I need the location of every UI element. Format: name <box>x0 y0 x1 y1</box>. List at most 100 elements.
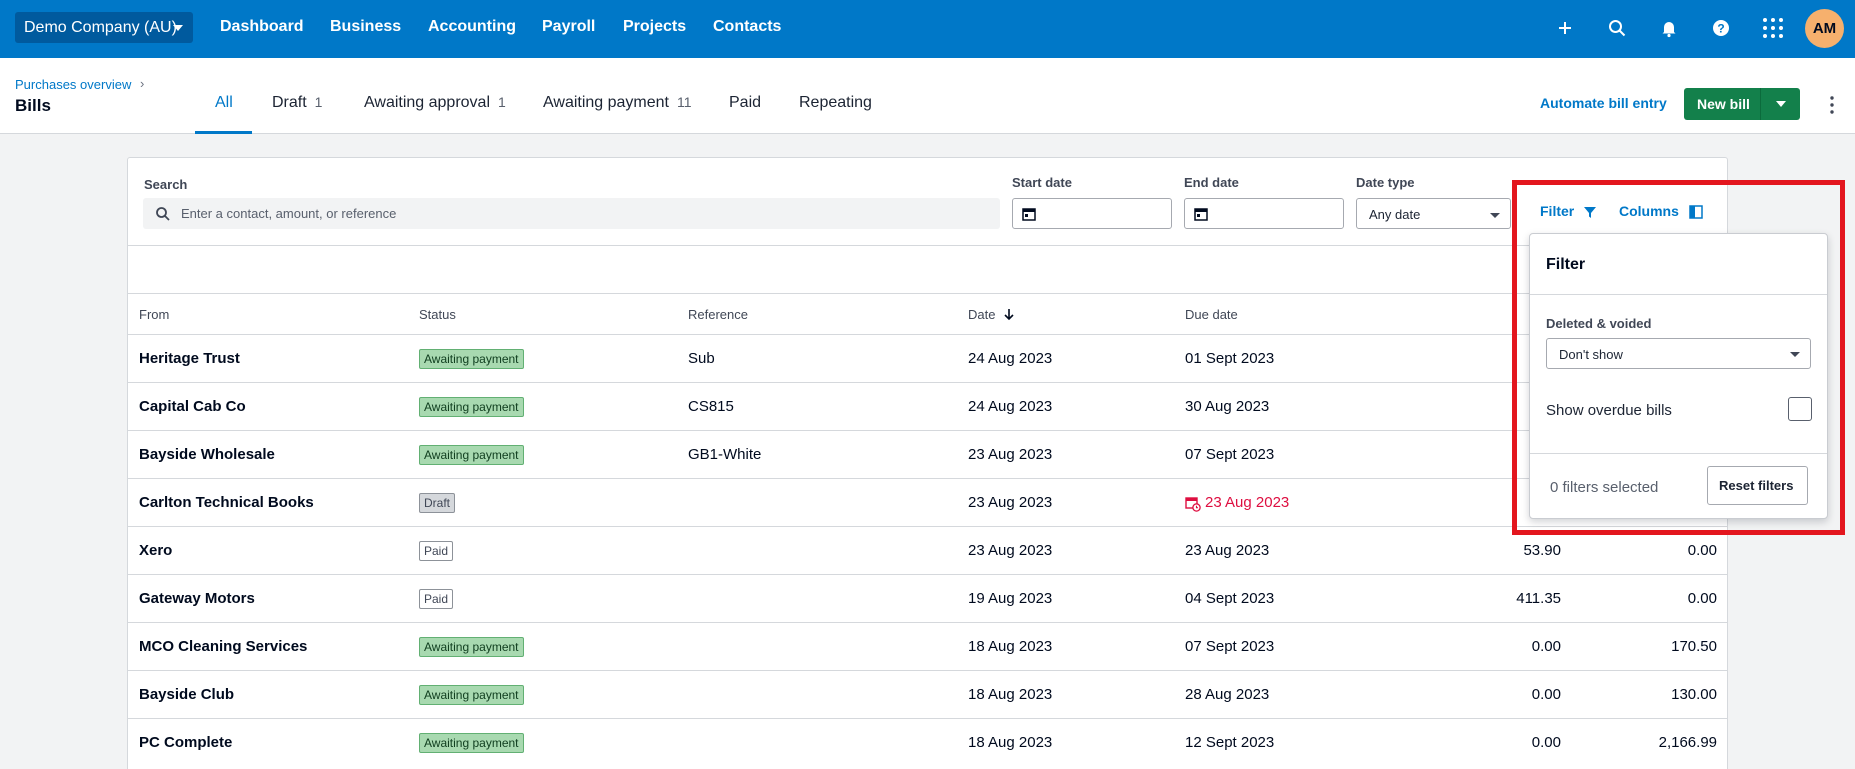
row-due-amount: 0.00 <box>1687 590 1717 607</box>
nav-projects[interactable]: Projects <box>623 18 686 36</box>
row-from: Gateway Motors <box>139 590 255 607</box>
row-date: 18 Aug 2023 <box>968 686 1053 703</box>
new-bill-button[interactable]: New bill <box>1684 88 1800 120</box>
col-header-reference[interactable]: Reference <box>688 307 748 322</box>
tab-all[interactable]: All <box>215 94 233 134</box>
breadcrumb-separator: › <box>140 76 145 91</box>
table-row[interactable]: Bayside Wholesale Awaiting payment GB1-W… <box>128 431 1727 479</box>
nav-payroll[interactable]: Payroll <box>542 18 595 36</box>
overdue-calendar-icon <box>1185 497 1201 512</box>
row-date: 19 Aug 2023 <box>968 590 1053 607</box>
date-type-label: Date type <box>1356 175 1415 190</box>
tab-count: 11 <box>677 94 692 110</box>
row-paid-amount: 0.00 <box>1531 686 1561 703</box>
status-badge: Paid <box>419 541 454 561</box>
col-header-status[interactable]: Status <box>419 307 456 322</box>
row-due-date: 30 Aug 2023 <box>1185 398 1270 415</box>
table-row[interactable]: MCO Cleaning Services Awaiting payment 1… <box>128 623 1727 671</box>
new-bill-label: New bill <box>1697 96 1750 112</box>
row-from: MCO Cleaning Services <box>139 638 308 655</box>
plus-icon[interactable] <box>1553 16 1577 40</box>
col-header-date-label: Date <box>968 307 996 322</box>
apps-grid-icon[interactable] <box>1761 16 1785 40</box>
tab-count: 1 <box>498 94 506 110</box>
start-date-label: Start date <box>1012 175 1072 190</box>
table-row[interactable]: PC Complete Awaiting payment 18 Aug 2023… <box>128 719 1727 767</box>
row-due-amount: 170.50 <box>1671 638 1717 655</box>
row-date: 23 Aug 2023 <box>968 542 1053 559</box>
row-reference: GB1-White <box>688 446 762 463</box>
tab-awaiting-approval[interactable]: Awaiting approval 1 <box>364 94 506 134</box>
col-header-due-date[interactable]: Due date <box>1185 307 1238 322</box>
page-header: Purchases overview › Bills All Draft 1 Aw… <box>0 58 1855 134</box>
tab-paid[interactable]: Paid <box>729 94 761 134</box>
automate-bill-entry-link[interactable]: Automate bill entry <box>1540 95 1667 111</box>
top-nav: Demo Company (AU) Dashboard Business Acc… <box>0 0 1855 58</box>
status-badge: Awaiting payment <box>419 637 524 657</box>
table-row[interactable]: Capital Cab Co Awaiting payment CS815 24… <box>128 383 1727 431</box>
nav-accounting[interactable]: Accounting <box>428 18 516 36</box>
row-date: 23 Aug 2023 <box>968 446 1053 463</box>
org-switcher[interactable]: Demo Company (AU) <box>15 12 193 43</box>
more-options-icon[interactable] <box>1830 96 1834 114</box>
table-row[interactable]: Xero Paid 23 Aug 2023 23 Aug 2023 53.90 … <box>128 527 1727 575</box>
row-due-date: 07 Sept 2023 <box>1185 638 1275 655</box>
row-due-date: 01 Sept 2023 <box>1185 350 1275 367</box>
row-paid-amount: 53.90 <box>1523 542 1561 559</box>
chevron-down-icon <box>1490 213 1500 218</box>
nav-dashboard[interactable]: Dashboard <box>220 18 304 36</box>
calendar-icon <box>1022 208 1036 221</box>
status-badge: Awaiting payment <box>419 685 524 705</box>
search-placeholder: Enter a contact, amount, or reference <box>181 206 397 221</box>
row-due-amount: 130.00 <box>1671 686 1717 703</box>
filter-divider <box>128 245 1727 246</box>
chevron-down-icon[interactable] <box>1776 101 1786 107</box>
breadcrumb[interactable]: Purchases overview <box>15 77 131 92</box>
row-due-date: 12 Sept 2023 <box>1185 734 1275 751</box>
bell-icon[interactable] <box>1657 16 1681 40</box>
nav-contacts[interactable]: Contacts <box>713 18 781 36</box>
row-from: Xero <box>139 542 173 559</box>
start-date-field[interactable] <box>1012 198 1172 229</box>
date-type-select[interactable]: Any date <box>1356 198 1511 229</box>
button-divider <box>1760 88 1761 120</box>
search-icon[interactable] <box>1605 16 1629 40</box>
status-badge: Awaiting payment <box>419 397 524 417</box>
row-due-amount: 2,166.99 <box>1658 734 1717 751</box>
row-paid-amount: 411.35 <box>1516 590 1561 607</box>
status-badge: Awaiting payment <box>419 733 524 753</box>
row-due-amount: 0.00 <box>1687 542 1717 559</box>
row-due-date: 23 Aug 2023 <box>1205 494 1290 511</box>
row-from: Bayside Club <box>139 686 235 703</box>
status-badge: Awaiting payment <box>419 349 524 369</box>
tab-label: All <box>215 94 233 111</box>
table-row[interactable]: Bayside Club Awaiting payment 18 Aug 202… <box>128 671 1727 719</box>
tab-draft[interactable]: Draft 1 <box>272 94 322 134</box>
tab-label: Repeating <box>799 94 872 111</box>
col-header-from[interactable]: From <box>139 307 169 322</box>
end-date-label: End date <box>1184 175 1239 190</box>
date-type-value: Any date <box>1369 207 1421 222</box>
row-reference: CS815 <box>688 398 734 415</box>
help-icon[interactable]: ? <box>1709 16 1733 40</box>
tab-label: Awaiting approval <box>364 94 491 111</box>
row-date: 24 Aug 2023 <box>968 350 1053 367</box>
status-badge: Draft <box>419 493 456 513</box>
row-due-date: 07 Sept 2023 <box>1185 446 1275 463</box>
row-paid-amount: 0.00 <box>1531 638 1561 655</box>
tab-repeating[interactable]: Repeating <box>799 94 872 134</box>
table-row[interactable]: Heritage Trust Awaiting payment Sub 24 A… <box>128 335 1727 383</box>
row-from: Heritage Trust <box>139 350 240 367</box>
tab-count: 1 <box>314 94 323 110</box>
search-input[interactable]: Enter a contact, amount, or reference <box>143 198 1000 229</box>
nav-business[interactable]: Business <box>330 18 401 36</box>
row-reference: Sub <box>688 350 715 367</box>
col-header-date[interactable]: Date <box>968 307 1014 322</box>
end-date-field[interactable] <box>1184 198 1344 229</box>
row-paid-amount: 0.00 <box>1531 734 1561 751</box>
avatar[interactable]: AM <box>1805 9 1844 48</box>
table-row[interactable]: Gateway Motors Paid 19 Aug 2023 04 Sept … <box>128 575 1727 623</box>
tab-awaiting-payment[interactable]: Awaiting payment 11 <box>543 94 692 134</box>
row-date: 23 Aug 2023 <box>968 494 1053 511</box>
table-row[interactable]: Carlton Technical Books Draft 23 Aug 202… <box>128 479 1727 527</box>
